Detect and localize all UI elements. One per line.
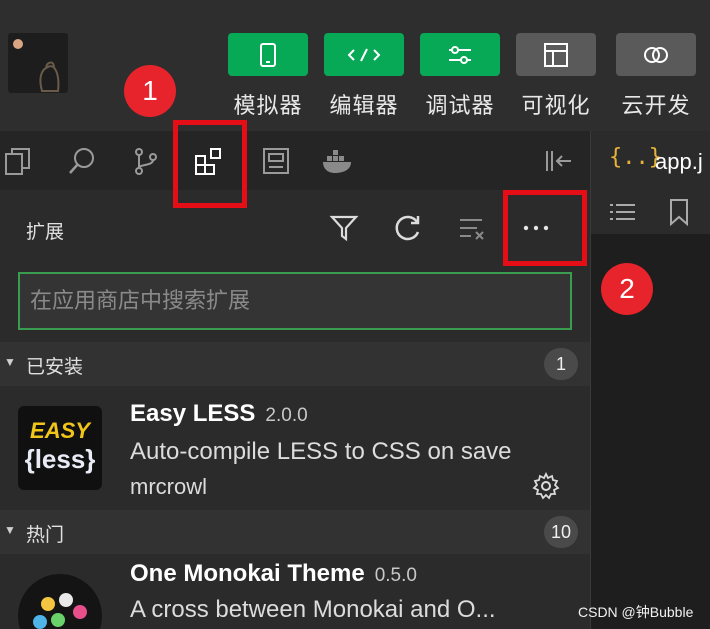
installed-section-title: 已安装	[26, 356, 84, 378]
top-toolbar: 模拟器 编辑器 调试器 可视化 云开发	[0, 0, 710, 131]
extension-item-one-monokai[interactable]: One Monokai Theme 0.5.0 A cross between M…	[0, 554, 590, 629]
simulator-button[interactable]	[228, 33, 308, 76]
debugger-tool[interactable]: 调试器	[420, 33, 500, 120]
source-control-icon[interactable]	[128, 143, 164, 179]
cloud-label: 云开发	[621, 94, 691, 119]
avatar[interactable]	[8, 33, 68, 93]
refresh-icon[interactable]	[390, 210, 426, 246]
chevron-down-icon: ▼	[4, 355, 16, 369]
editor-area: {..} app.j	[590, 131, 710, 629]
extension-description: Auto-compile LESS to CSS on save	[130, 438, 512, 465]
save-icon[interactable]	[258, 143, 294, 179]
extension-search-box[interactable]	[18, 272, 572, 330]
popular-section-header[interactable]: ▼ 热门 10	[0, 510, 590, 554]
search-icon[interactable]	[64, 143, 100, 179]
extension-author: mrcrowl	[130, 474, 207, 499]
code-icon	[347, 48, 381, 61]
bookmark-icon[interactable]	[667, 198, 691, 226]
cloud-button[interactable]	[616, 33, 696, 76]
simulator-tool[interactable]: 模拟器	[228, 33, 308, 120]
phone-icon	[260, 42, 276, 67]
editor-tool[interactable]: 编辑器	[324, 33, 404, 120]
avatar-figure-icon	[39, 61, 60, 92]
cloud-icon	[644, 46, 668, 63]
activity-bar	[0, 131, 590, 190]
extension-search-input[interactable]	[20, 274, 570, 328]
files-icon[interactable]	[0, 143, 36, 179]
layout-icon	[544, 42, 568, 67]
editor-button[interactable]	[324, 33, 404, 76]
debugger-label: 调试器	[425, 94, 495, 119]
editor-tab-name: app.j	[655, 149, 703, 174]
installed-section-header[interactable]: ▼ 已安装 1	[0, 342, 590, 386]
docker-icon[interactable]	[320, 143, 356, 179]
more-actions-highlight-box	[503, 190, 587, 266]
collapse-panel-icon[interactable]	[540, 143, 576, 179]
filter-icon[interactable]	[326, 210, 362, 246]
extension-version: 0.5.0	[374, 565, 417, 586]
editor-breadcrumb-bar	[591, 190, 710, 234]
extensions-panel: 扩展 ▼ 已安装 1 EASY {less} Easy LESS 2.0.0 Au…	[0, 190, 590, 629]
popular-section-title: 热门	[26, 524, 65, 546]
easy-less-logo-top: EASY	[30, 418, 90, 443]
installed-count-badge: 1	[544, 348, 578, 380]
visual-tool[interactable]: 可视化	[516, 33, 596, 120]
extensions-highlight-box	[173, 120, 247, 208]
extension-item-easy-less[interactable]: EASY {less} Easy LESS 2.0.0 Auto-compile …	[0, 386, 590, 510]
extension-name-text: Easy LESS	[130, 400, 256, 427]
editor-tab[interactable]: {..} app.j	[591, 131, 710, 190]
list-icon[interactable]	[607, 200, 637, 226]
editor-label: 编辑器	[329, 94, 399, 119]
watermark: CSDN @钟Bubble	[578, 604, 694, 620]
extensions-header: 扩展	[0, 190, 590, 262]
simulator-label: 模拟器	[233, 94, 303, 119]
visual-button[interactable]	[516, 33, 596, 76]
callout-badge-two: 2	[601, 263, 653, 315]
callout-badge-one: 1	[124, 65, 176, 117]
sliders-icon	[449, 45, 471, 64]
easy-less-logo-bottom: {less}	[24, 444, 96, 474]
extension-version: 2.0.0	[265, 405, 308, 426]
debugger-button[interactable]	[420, 33, 500, 76]
extension-name: Easy LESS 2.0.0	[130, 400, 308, 428]
popular-count-badge: 10	[544, 516, 578, 548]
easy-less-logo: EASY {less}	[18, 406, 102, 490]
clear-icon[interactable]	[454, 210, 490, 246]
extension-name-text: One Monokai Theme	[130, 560, 365, 587]
extensions-title: 扩展	[26, 221, 65, 243]
gear-icon[interactable]	[530, 470, 562, 502]
extension-description: A cross between Monokai and O...	[130, 596, 496, 623]
chevron-down-icon: ▼	[4, 523, 16, 537]
cloud-tool[interactable]: 云开发	[616, 33, 696, 120]
one-monokai-logo	[18, 574, 102, 629]
visual-label: 可视化	[521, 94, 591, 119]
extension-name: One Monokai Theme 0.5.0	[130, 560, 417, 588]
